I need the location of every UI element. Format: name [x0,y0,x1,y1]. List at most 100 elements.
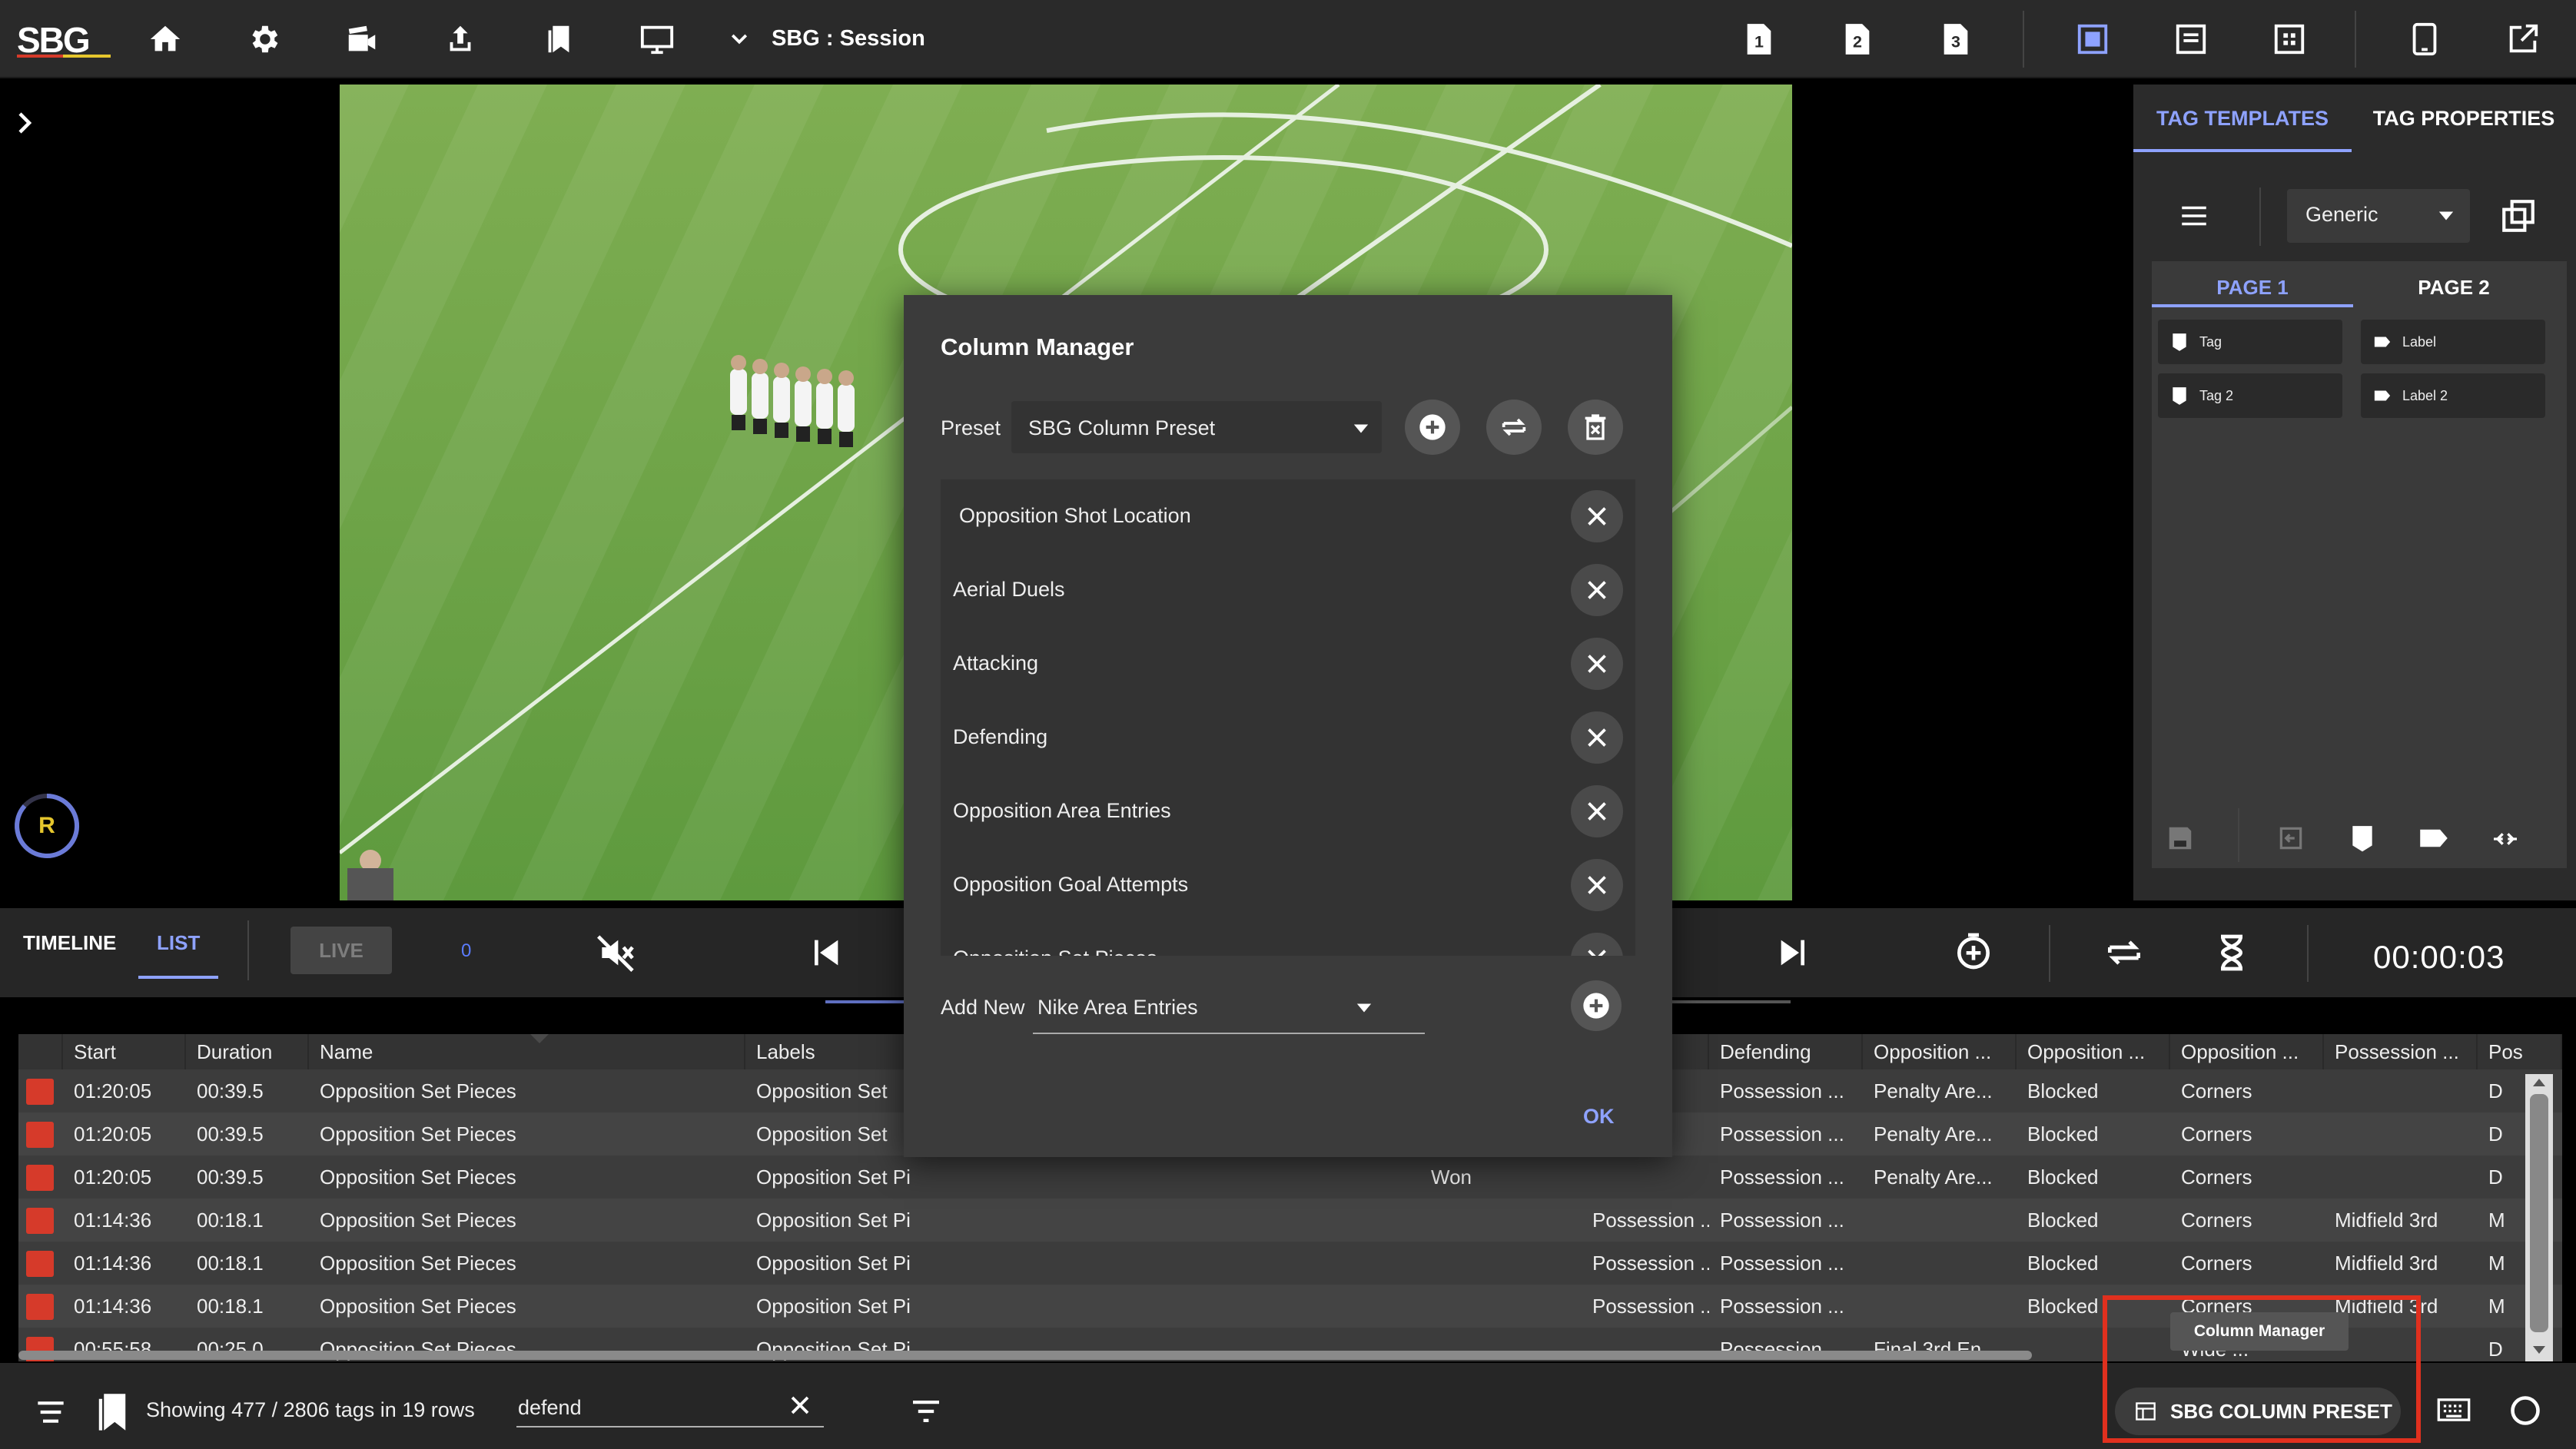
label-button[interactable]: Label [2361,320,2545,364]
row-color-flag[interactable] [26,1079,54,1105]
tab-timeline[interactable]: TIMELINE [23,931,116,955]
seek-bar-progress[interactable] [825,1000,905,1003]
session-title[interactable]: SBG : Session [772,26,925,51]
control-divider [2049,925,2050,982]
remove-column-button[interactable] [1571,711,1623,764]
column-list-item[interactable]: Defending [941,701,1635,774]
hourglass-icon[interactable] [2210,931,2253,974]
add-tag-icon[interactable] [2349,824,2376,853]
close-icon [1588,581,1606,599]
remove-column-button[interactable] [1571,490,1623,542]
tag-2-button[interactable]: Tag 2 [2158,373,2342,418]
scroll-down-icon[interactable] [2531,1345,2547,1355]
add-column-button[interactable] [1571,980,1622,1031]
column-header-duration[interactable]: Duration [186,1034,309,1069]
column-header-possession[interactable]: Possession ... [2324,1034,2478,1069]
status-circle-icon[interactable] [2508,1394,2542,1427]
home-icon[interactable] [143,17,188,61]
tablet-icon[interactable] [2402,17,2447,61]
list-view-icon[interactable] [2169,17,2213,61]
add-label-icon[interactable] [2418,825,2450,851]
preset-select[interactable]: SBG Column Preset [1011,401,1382,453]
column-header-start[interactable]: Start [63,1034,186,1069]
live-button[interactable]: LIVE [290,927,392,974]
menu-icon[interactable] [2178,200,2210,232]
remove-column-button[interactable] [1571,638,1623,690]
column-header-flag[interactable] [18,1034,63,1069]
tab-page-2[interactable]: PAGE 2 [2353,267,2554,307]
tab-tag-properties[interactable]: TAG PROPERTIES [2352,85,2576,152]
label-2-button[interactable]: Label 2 [2361,373,2545,418]
table-row[interactable]: 01:14:36 00:18.1 Opposition Set Pieces Oppo… [18,1242,2562,1285]
table-vertical-scrollbar[interactable] [2525,1074,2553,1361]
delete-preset-button[interactable] [1568,400,1623,455]
popout-icon[interactable] [2499,197,2538,235]
column-header-opposition-1[interactable]: Opposition ... [1863,1034,2017,1069]
table-row[interactable]: 01:20:05 00:39.5 Opposition Set Pieces Oppo… [18,1156,2562,1199]
tag-button[interactable]: Tag [2158,320,2342,364]
remove-column-button[interactable] [1571,859,1623,911]
column-header-opposition-3[interactable]: Opposition ... [2170,1034,2324,1069]
swap-icon[interactable] [2490,824,2521,854]
seek-bar-track[interactable] [1672,1000,1791,1003]
update-preset-button[interactable] [1486,400,1542,455]
template-select[interactable]: Generic [2287,189,2470,243]
search-input[interactable] [516,1389,824,1427]
tab-tag-templates[interactable]: TAG TEMPLATES [2133,85,2352,152]
column-header-name[interactable]: Name [309,1034,745,1069]
chevron-right-icon[interactable] [11,108,38,138]
add-new-column-select[interactable]: Nike Area Entries [1033,982,1425,1034]
column-list-item[interactable]: Opposition Shot Location [941,479,1635,553]
gear-icon[interactable] [241,17,286,61]
column-list-item[interactable]: Opposition Area Entries [941,774,1635,848]
grid-view-icon[interactable] [2267,17,2312,61]
row-color-flag[interactable] [26,1165,54,1191]
remove-column-button[interactable] [1571,564,1623,616]
row-color-flag[interactable] [26,1251,54,1277]
column-list-item[interactable]: Opposition Set Pieces [941,922,1635,956]
filter-icon[interactable] [910,1398,942,1424]
ok-button[interactable]: OK [1583,1105,1615,1129]
sort-lines-icon[interactable] [35,1398,66,1426]
upload-icon[interactable] [438,17,483,61]
layout-3-button[interactable]: 3 [1934,17,1978,61]
clear-search-icon[interactable] [788,1394,812,1417]
column-list-item[interactable]: Attacking [941,627,1635,701]
import-icon[interactable] [2276,824,2305,853]
scroll-up-icon[interactable] [2531,1077,2547,1088]
column-list-item[interactable]: Opposition Goal Attempts [941,848,1635,922]
vertical-scroll-thumb[interactable] [2530,1094,2548,1332]
tab-page-1[interactable]: PAGE 1 [2152,267,2353,307]
monitor-icon[interactable] [635,17,679,61]
chevron-down-icon[interactable] [722,17,756,61]
external-link-icon[interactable] [2501,17,2545,61]
row-color-flag[interactable] [26,1122,54,1148]
table-horizontal-scroll-thumb[interactable] [18,1351,2032,1360]
table-row[interactable]: 01:14:36 00:18.1 Opposition Set Pieces Oppo… [18,1199,2562,1242]
column-header-defending[interactable]: Defending [1709,1034,1863,1069]
column-header-opposition-2[interactable]: Opposition ... [2017,1034,2170,1069]
row-color-flag[interactable] [26,1208,54,1234]
single-view-icon[interactable] [2070,17,2115,61]
camera-icon[interactable] [340,17,384,61]
layout-2-button[interactable]: 2 [1835,17,1880,61]
add-preset-button[interactable] [1405,400,1460,455]
column-list-item[interactable]: Aerial Duels [941,553,1635,627]
row-color-flag[interactable] [26,1294,54,1320]
mute-icon[interactable] [595,931,638,974]
remove-column-button[interactable] [1571,785,1623,837]
column-header-pos[interactable]: Pos [2478,1034,2562,1069]
recorder-badge[interactable]: R [12,791,81,860]
skip-previous-icon[interactable] [804,931,847,974]
bookmark-icon[interactable] [95,1391,129,1434]
skip-next-icon[interactable] [1772,931,1815,974]
bookmarks-icon[interactable] [536,17,581,61]
tab-list[interactable]: LIST [157,931,200,955]
repeat-icon[interactable] [2103,931,2146,974]
save-icon[interactable] [2166,824,2195,853]
keyboard-icon[interactable] [2436,1397,2471,1423]
add-timer-icon[interactable] [1952,930,1995,973]
cell-opp1 [1863,1285,2017,1328]
remove-column-button[interactable] [1571,933,1623,956]
layout-1-button[interactable]: 1 [1737,17,1781,61]
